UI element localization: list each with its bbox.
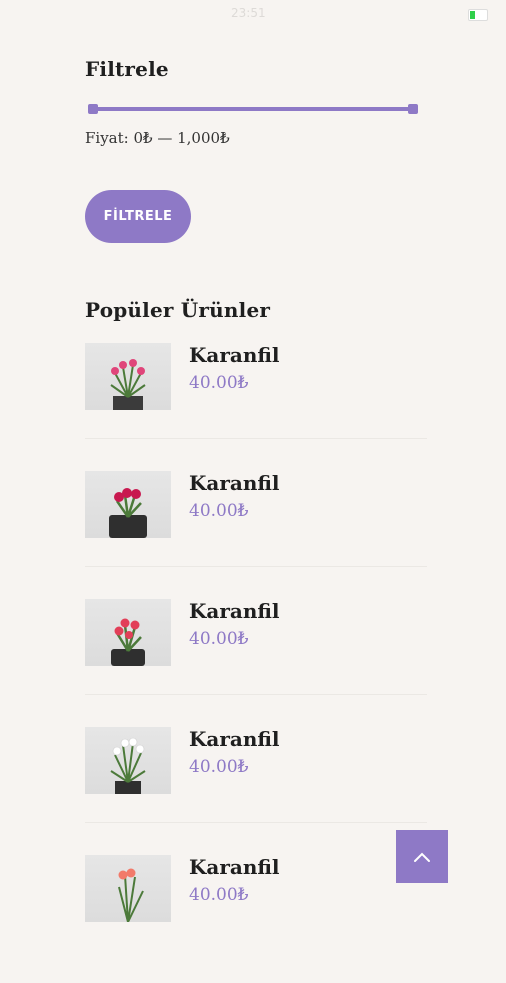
- product-price: 40.00₺: [189, 629, 249, 649]
- product-price: 40.00₺: [189, 373, 249, 393]
- filter-title: Filtrele: [85, 57, 169, 81]
- price-label: Fiyat:: [85, 129, 129, 147]
- popular-products-title: Popüler Ürünler: [85, 298, 271, 322]
- divider: [85, 438, 427, 439]
- divider: [85, 694, 427, 695]
- slider-handle-min[interactable]: [88, 104, 98, 114]
- product-item[interactable]: Karanfil 40.00₺: [85, 343, 427, 471]
- product-name[interactable]: Karanfil: [189, 343, 280, 367]
- product-image[interactable]: [85, 727, 171, 794]
- product-price: 40.00₺: [189, 885, 249, 905]
- chevron-up-icon: [414, 852, 430, 862]
- price-slider[interactable]: [88, 102, 418, 116]
- slider-handle-max[interactable]: [408, 104, 418, 114]
- product-name[interactable]: Karanfil: [189, 727, 280, 751]
- battery-icon: [468, 9, 488, 21]
- product-price: 40.00₺: [189, 757, 249, 777]
- slider-track: [94, 107, 412, 111]
- price-range: Fiyat: 0₺ — 1,000₺: [85, 129, 230, 147]
- divider: [85, 566, 427, 567]
- filter-button[interactable]: FİLTRELE: [85, 190, 191, 243]
- divider: [85, 822, 427, 823]
- product-item[interactable]: Karanfil 40.00₺: [85, 599, 427, 727]
- status-bar: 23:51: [0, 0, 506, 28]
- product-image[interactable]: [85, 343, 171, 410]
- product-name[interactable]: Karanfil: [189, 599, 280, 623]
- scroll-to-top-button[interactable]: [396, 830, 448, 883]
- product-image[interactable]: [85, 599, 171, 666]
- product-name[interactable]: Karanfil: [189, 855, 280, 879]
- product-image[interactable]: [85, 855, 171, 922]
- product-item[interactable]: Karanfil 40.00₺: [85, 727, 427, 855]
- status-time: 23:51: [231, 6, 266, 20]
- product-item[interactable]: Karanfil 40.00₺: [85, 471, 427, 599]
- product-price: 40.00₺: [189, 501, 249, 521]
- product-image[interactable]: [85, 471, 171, 538]
- product-name[interactable]: Karanfil: [189, 471, 280, 495]
- product-item[interactable]: Karanfil 40.00₺: [85, 855, 427, 983]
- price-value: 0₺ — 1,000₺: [133, 129, 230, 147]
